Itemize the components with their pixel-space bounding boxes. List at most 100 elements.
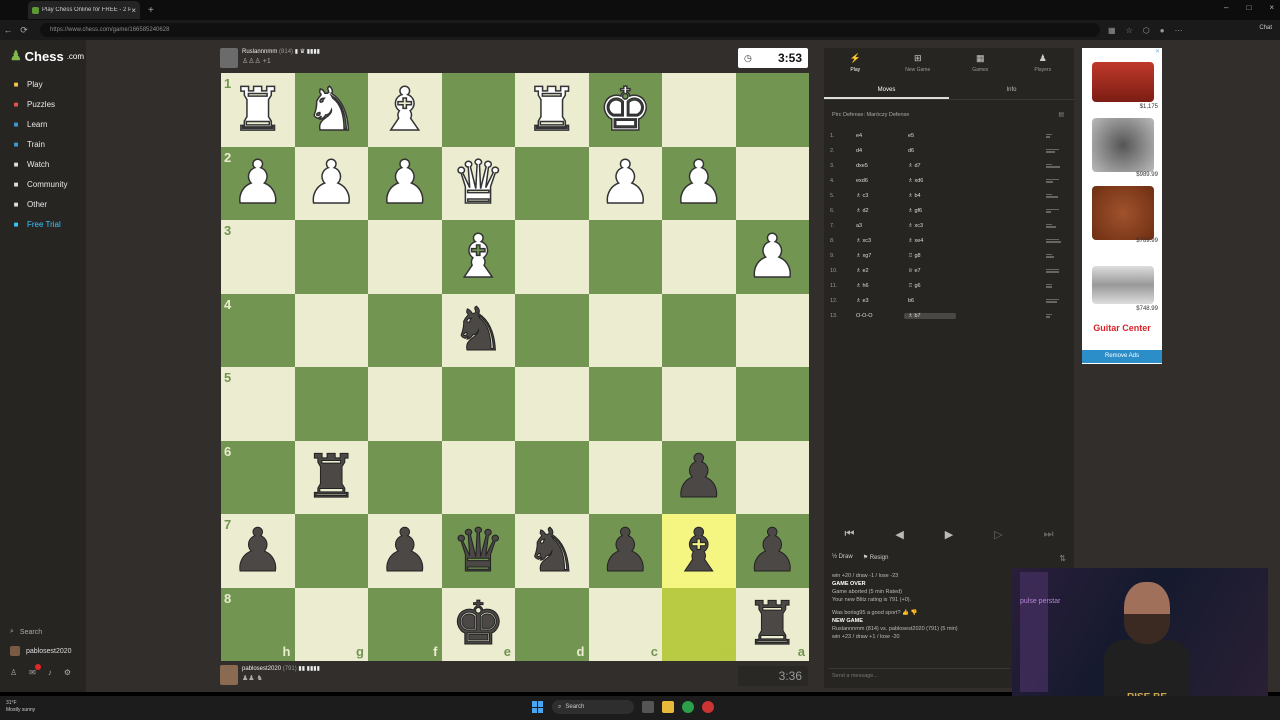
board-square[interactable] bbox=[735, 73, 809, 147]
black-pawn-icon[interactable]: ♟ bbox=[671, 447, 726, 508]
black-pawn-icon[interactable]: ♟ bbox=[230, 520, 285, 581]
bell-icon[interactable]: ♪ bbox=[48, 668, 52, 677]
board-square[interactable] bbox=[294, 293, 368, 367]
flip-board-icon[interactable]: ⇅ bbox=[1059, 554, 1066, 563]
board-square[interactable]: ♟ bbox=[662, 146, 736, 220]
board-square[interactable]: 7 ♟ bbox=[221, 514, 295, 588]
black-move[interactable]: ♖ g6 bbox=[904, 283, 956, 289]
tab-new-game[interactable]: ⊞ New Game bbox=[887, 48, 950, 78]
close-window-icon[interactable]: × bbox=[1269, 3, 1274, 12]
board-square[interactable] bbox=[662, 367, 736, 441]
player-name[interactable]: pablosest2020 bbox=[242, 666, 281, 672]
board-square[interactable]: d bbox=[515, 587, 589, 661]
board-square[interactable]: e ♚ bbox=[441, 587, 515, 661]
black-rook-icon[interactable]: ♜ bbox=[745, 594, 800, 655]
board-square[interactable]: ♝ bbox=[368, 73, 442, 147]
board-square[interactable] bbox=[735, 293, 809, 367]
board-square[interactable] bbox=[294, 514, 368, 588]
black-move[interactable]: ♗ xd6 bbox=[904, 178, 956, 184]
white-rook-icon[interactable]: ♜ bbox=[524, 79, 579, 141]
board-square[interactable]: a ♜ bbox=[735, 587, 809, 661]
board-square[interactable]: 5 bbox=[221, 367, 295, 441]
sidebar-item-train[interactable]: ■ Train bbox=[10, 134, 67, 154]
white-bishop-icon[interactable]: ♝ bbox=[377, 79, 432, 141]
board-square[interactable]: f bbox=[368, 587, 442, 661]
black-king-icon[interactable]: ♚ bbox=[451, 594, 506, 655]
board-square[interactable]: ♟ bbox=[662, 440, 736, 514]
tab-players[interactable]: ♟ Players bbox=[1012, 48, 1075, 78]
board-square[interactable] bbox=[735, 440, 809, 514]
board-square[interactable]: ♞ bbox=[441, 293, 515, 367]
board-square[interactable] bbox=[368, 440, 442, 514]
black-move[interactable]: ♗ gf6 bbox=[904, 208, 956, 214]
white-rook-icon[interactable]: ♜ bbox=[230, 79, 285, 141]
chat-label[interactable]: Chat bbox=[1259, 25, 1272, 31]
board-square[interactable] bbox=[441, 73, 515, 147]
tab-play[interactable]: ⚡ Play bbox=[824, 48, 887, 78]
sidebar-user[interactable]: pablosest2020 bbox=[10, 646, 72, 656]
opening-name[interactable]: Pirc Defense: Maróczy Defense bbox=[832, 112, 909, 118]
board-square[interactable]: 8h bbox=[221, 587, 295, 661]
white-pawn-icon[interactable]: ♟ bbox=[377, 153, 432, 215]
board-square[interactable] bbox=[735, 146, 809, 220]
black-move[interactable]: ♖ g8 bbox=[904, 253, 956, 259]
thumbs-up-icon[interactable]: 👍 bbox=[902, 610, 909, 616]
board-square[interactable]: ♝ bbox=[662, 514, 736, 588]
chrome-icon[interactable] bbox=[682, 701, 694, 713]
chess-board[interactable]: 1 ♜ ♞ ♝ ♜ ♚ 2 ♟ ♟ ♟ ♛ ♟ ♟ 3 ♝ ♟ 4 ♞ 5 6 ♜ ♟ 7 ♟ ♟ ♛ ♞ ♟ ♝ ♟ 8 h g f e ♚ d c b a… bbox=[221, 73, 809, 661]
black-move[interactable]: ♕ e7 bbox=[904, 268, 956, 274]
board-square[interactable]: 1 ♜ bbox=[221, 73, 295, 147]
board-square[interactable]: 2 ♟ bbox=[221, 146, 295, 220]
advertisement[interactable]: ✕ $1,175 $989.99 $789.99 $748.99 Guitar … bbox=[1082, 48, 1162, 364]
app-icon[interactable] bbox=[702, 701, 714, 713]
black-move[interactable]: ♗ b4 bbox=[904, 193, 956, 199]
white-move[interactable]: e4 bbox=[852, 133, 904, 139]
file-explorer-icon[interactable] bbox=[662, 701, 674, 713]
board-square[interactable]: 6 bbox=[221, 440, 295, 514]
white-pawn-icon[interactable]: ♟ bbox=[745, 226, 800, 288]
browser-tab[interactable]: Play Chess Online for FREE - 2 Pl... × bbox=[28, 1, 140, 19]
white-pawn-icon[interactable]: ♟ bbox=[671, 153, 726, 215]
task-view-icon[interactable] bbox=[642, 701, 654, 713]
opponent-avatar[interactable] bbox=[220, 48, 238, 68]
white-pawn-icon[interactable]: ♟ bbox=[304, 153, 359, 215]
white-move[interactable]: ♗ xg7 bbox=[852, 253, 904, 259]
board-square[interactable] bbox=[515, 440, 589, 514]
next-move-icon[interactable]: ▷ bbox=[994, 528, 1002, 541]
white-move[interactable]: a3 bbox=[852, 223, 904, 229]
white-bishop-icon[interactable]: ♝ bbox=[451, 226, 506, 288]
windows-start-icon[interactable] bbox=[532, 701, 544, 713]
board-square[interactable] bbox=[662, 293, 736, 367]
board-square[interactable] bbox=[515, 146, 589, 220]
black-move[interactable]: ♗ xe4 bbox=[904, 238, 956, 244]
board-square[interactable] bbox=[441, 440, 515, 514]
friends-icon[interactable]: ♙ bbox=[10, 668, 17, 677]
board-square[interactable]: ♟ bbox=[368, 514, 442, 588]
board-square[interactable]: ♛ bbox=[441, 146, 515, 220]
white-move[interactable]: ♗ h6 bbox=[852, 283, 904, 289]
sidebar-item-learn[interactable]: ■ Learn bbox=[10, 114, 67, 134]
sidebar-item-puzzles[interactable]: ■ Puzzles bbox=[10, 94, 67, 114]
board-square[interactable]: g bbox=[294, 587, 368, 661]
board-square[interactable] bbox=[515, 367, 589, 441]
profile-icon[interactable]: ● bbox=[1160, 26, 1165, 35]
reload-icon[interactable]: ⟳ bbox=[16, 25, 32, 36]
black-queen-icon[interactable]: ♛ bbox=[451, 520, 506, 581]
url-field[interactable]: https://www.chess.com/game/166585240628 bbox=[40, 23, 1100, 37]
board-square[interactable]: 4 bbox=[221, 293, 295, 367]
white-move[interactable]: ♗ xc3 bbox=[852, 238, 904, 244]
minimize-icon[interactable]: – bbox=[1224, 3, 1228, 12]
weather-widget[interactable]: 31°F Mostly sunny bbox=[6, 700, 35, 714]
board-square[interactable]: ♞ bbox=[515, 514, 589, 588]
black-bishop-icon[interactable]: ♝ bbox=[671, 520, 726, 581]
board-square[interactable] bbox=[368, 367, 442, 441]
board-square[interactable] bbox=[294, 367, 368, 441]
extensions-icon[interactable]: ⬡ bbox=[1143, 26, 1150, 35]
resign-button[interactable]: ⚑ Resign bbox=[863, 554, 889, 561]
draw-button[interactable]: ½ Draw bbox=[832, 554, 853, 561]
board-square[interactable] bbox=[588, 293, 662, 367]
board-square[interactable]: ♟ bbox=[294, 146, 368, 220]
mail-icon[interactable]: ✉ bbox=[29, 664, 41, 677]
board-square[interactable]: 3 bbox=[221, 220, 295, 294]
white-queen-icon[interactable]: ♛ bbox=[451, 153, 506, 215]
